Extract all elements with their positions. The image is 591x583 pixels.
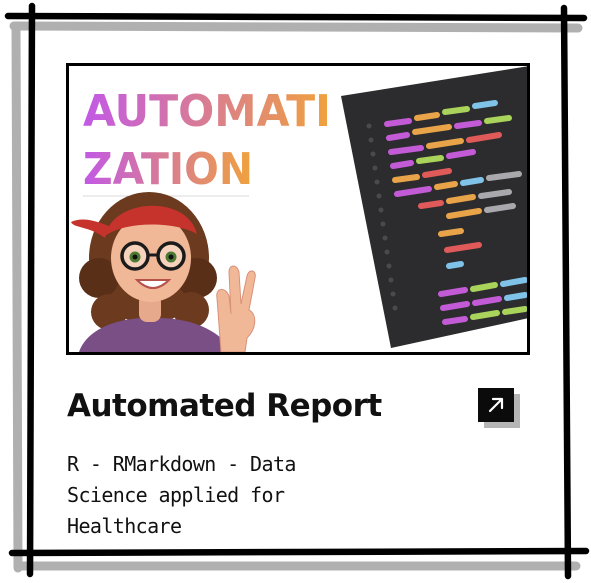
automatization-illustration: AUTOMATI ZATION [69,66,527,352]
open-project-button[interactable] [478,388,514,422]
project-thumbnail[interactable]: AUTOMATI ZATION [66,63,530,355]
headline-line-1: AUTOMATI [83,86,331,137]
card-description: R - RMarkdown - Data Science applied for… [67,452,296,538]
card-title: Automated Report [67,388,382,424]
arrow-up-right-icon [488,397,504,413]
headline-line-2: ZATION [83,144,253,195]
